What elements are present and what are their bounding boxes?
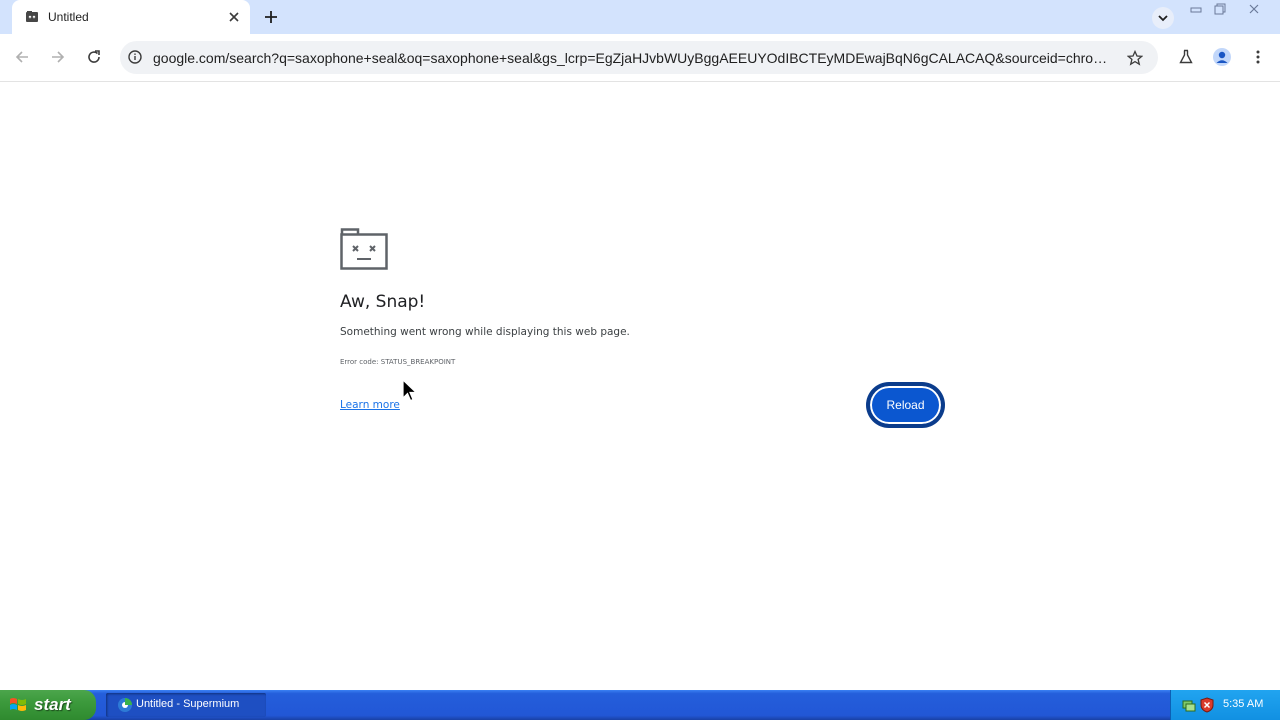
security-shield-icon[interactable]: [1199, 697, 1215, 713]
address-bar[interactable]: google.com/search?q=saxophone+seal&oq=sa…: [120, 41, 1158, 74]
network-icon[interactable]: [1181, 697, 1197, 713]
plus-icon[interactable]: [262, 8, 280, 26]
info-icon[interactable]: [127, 49, 143, 65]
taskbar-item-browser[interactable]: Untitled - Supermium: [106, 693, 266, 717]
taskbar-item-label: Untitled - Supermium: [136, 698, 240, 710]
arrow-left-icon[interactable]: [11, 46, 33, 68]
sad-page-icon: [25, 10, 39, 24]
sad-tab-icon: [340, 228, 388, 270]
chevron-down-icon[interactable]: [1152, 7, 1174, 29]
clock: 5:35 AM: [1223, 698, 1264, 710]
start-label: start: [34, 695, 71, 714]
taskbar: start Untitled - Supermium 5:35 AM: [0, 690, 1280, 720]
browser-icon: [117, 697, 133, 713]
window-close-icon[interactable]: [1245, 2, 1263, 16]
error-message: Something went wrong while displaying th…: [340, 326, 630, 338]
start-button[interactable]: start: [0, 690, 96, 720]
tab-untitled[interactable]: Untitled: [12, 0, 250, 34]
star-icon[interactable]: [1125, 48, 1145, 68]
kebab-menu-icon[interactable]: [1247, 46, 1269, 68]
tab-title: Untitled: [48, 10, 89, 24]
learn-more-link[interactable]: Learn more: [340, 399, 400, 411]
windows-logo-icon: [9, 696, 27, 714]
reload-button[interactable]: Reload: [868, 384, 943, 426]
browser-toolbar: google.com/search?q=saxophone+seal&oq=sa…: [0, 34, 1280, 82]
reload-icon[interactable]: [83, 46, 105, 68]
browser-window: Untitled google.com/search?q=saxophone+s…: [0, 0, 1280, 690]
system-tray: 5:35 AM: [1170, 690, 1280, 720]
flask-icon[interactable]: [1175, 46, 1197, 68]
restore-icon[interactable]: [1211, 2, 1229, 16]
error-title: Aw, Snap!: [340, 292, 426, 312]
mouse-cursor-icon: [402, 378, 418, 403]
url-text[interactable]: google.com/search?q=saxophone+seal&oq=sa…: [153, 50, 1115, 66]
minimize-icon[interactable]: [1187, 2, 1205, 16]
tab-strip: Untitled: [0, 0, 1280, 34]
close-icon[interactable]: [226, 9, 242, 25]
person-icon[interactable]: [1211, 46, 1233, 68]
error-code: Error code: STATUS_BREAKPOINT: [340, 358, 456, 366]
arrow-right-icon[interactable]: [47, 46, 69, 68]
